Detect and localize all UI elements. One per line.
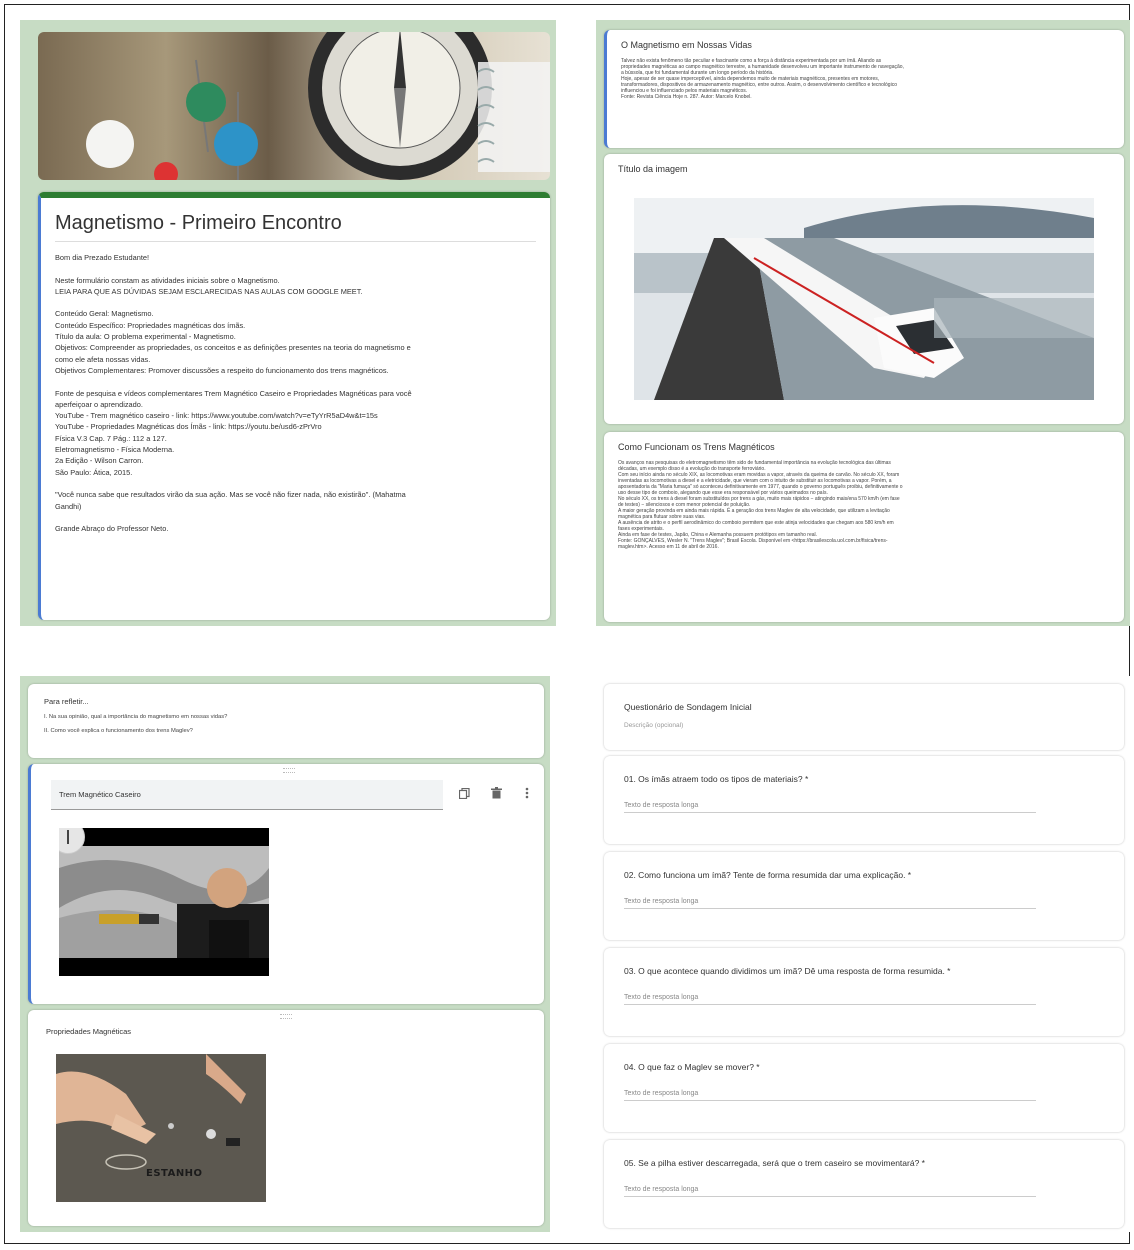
form1-panel: Magnetismo - Primeiro Encontro Bom dia P… bbox=[20, 20, 556, 626]
description-line: 2a Edição - Wilson Carron. bbox=[55, 456, 144, 466]
long-answer-field[interactable]: Texto de resposta longa bbox=[624, 1090, 1036, 1101]
description-line: Conteúdo Específico: Propriedades magnét… bbox=[55, 320, 246, 330]
description-line: Objetivos Complementares: Promover discu… bbox=[55, 365, 389, 375]
form2-panel: O Magnetismo em Nossas Vidas Talvez não … bbox=[596, 20, 1130, 626]
question-title: 03. O que acontece quando dividimos um í… bbox=[624, 966, 951, 976]
question-card[interactable]: 05. Se a pilha estiver descarregada, ser… bbox=[604, 1140, 1124, 1228]
image-title: Título da imagem bbox=[618, 164, 688, 174]
question-title: 01. Os ímãs atraem todo os tipos de mate… bbox=[624, 774, 809, 784]
section-title: Como Funcionam os Trens Magnéticos bbox=[618, 442, 775, 452]
trash-icon[interactable] bbox=[491, 786, 502, 799]
description-field[interactable]: Descrição (opcional) bbox=[624, 722, 1104, 729]
description-line: aperfeiçoar o aprendizado. bbox=[55, 399, 143, 409]
questionnaire-title: Questionário de Sondagem Inicial bbox=[624, 702, 752, 712]
text-line: Fonte: Revista Ciência Hoje n. 287. Auto… bbox=[621, 94, 752, 100]
description-line: Fonte de pesquisa e vídeos complementare… bbox=[55, 388, 412, 398]
long-answer-field[interactable]: Texto de resposta longa bbox=[624, 1186, 1036, 1197]
more-vert-icon[interactable] bbox=[525, 786, 529, 799]
video-title: Propriedades Magnéticas bbox=[46, 1027, 132, 1036]
description-line: Título da aula: O problema experimental … bbox=[55, 332, 236, 342]
section-magnetismo-card: O Magnetismo em Nossas Vidas Talvez não … bbox=[604, 30, 1124, 148]
reflect-item-2: II. Como você explica o funcionamento do… bbox=[44, 728, 193, 734]
description-line: São Paulo: Ática, 2015. bbox=[55, 467, 133, 477]
question-title: 04. O que faz o Maglev se mover? * bbox=[624, 1062, 760, 1072]
question-card[interactable]: 02. Como funciona um ímã? Tente de forma… bbox=[604, 852, 1124, 940]
reflect-card: Para refletir... I. Na sua opinião, qual… bbox=[28, 684, 544, 758]
description-line: LEIA PARA QUE AS DÚVIDAS SEJAM ESCLARECI… bbox=[55, 286, 363, 296]
form-title: Magnetismo - Primeiro Encontro bbox=[55, 212, 536, 242]
maglev-train-image bbox=[634, 198, 1094, 400]
header-image bbox=[38, 32, 550, 180]
description-line: Objetivos: Compreender as propriedades, … bbox=[55, 343, 411, 353]
question-title: 05. Se a pilha estiver descarregada, ser… bbox=[624, 1158, 925, 1168]
drag-handle[interactable] bbox=[283, 768, 295, 773]
video-thumbnail-propriedades[interactable]: ESTANHO bbox=[56, 1054, 266, 1202]
description-line: Gandhi) bbox=[55, 501, 82, 511]
form4-panel: Questionário de Sondagem Inicial Descriç… bbox=[596, 676, 1130, 1232]
description-line: Neste formulário constam as atividades i… bbox=[55, 275, 280, 285]
section-text: Talvez não exista fenômeno tão peculiar … bbox=[621, 58, 1110, 100]
description-line: como ele afeta nossas vidas. bbox=[55, 354, 151, 364]
question-card[interactable]: 03. O que acontece quando dividimos um í… bbox=[604, 948, 1124, 1036]
description-line bbox=[55, 478, 536, 489]
video-title-input[interactable]: Trem Magnético Caseiro bbox=[51, 780, 443, 810]
form-header-card: Magnetismo - Primeiro Encontro Bom dia P… bbox=[38, 192, 550, 620]
reflect-item-1: I. Na sua opinião, qual a importância do… bbox=[44, 714, 228, 720]
description-line: Física V.3 Cap. 7 Pág.: 112 a 127. bbox=[55, 433, 167, 443]
long-answer-field[interactable]: Texto de resposta longa bbox=[624, 898, 1036, 909]
duplicate-icon[interactable] bbox=[458, 786, 470, 800]
form-description: Bom dia Prezado Estudante! Neste formulá… bbox=[55, 252, 536, 534]
long-answer-field[interactable]: Texto de resposta longa bbox=[624, 994, 1036, 1005]
description-line: YouTube - Propriedades Magnéticas dos Ím… bbox=[55, 422, 322, 432]
video-title: Trem Magnético Caseiro bbox=[59, 790, 141, 799]
form3-panel: Para refletir... I. Na sua opinião, qual… bbox=[20, 676, 550, 1232]
video-thumbnail-trem[interactable] bbox=[59, 828, 269, 976]
drag-handle[interactable] bbox=[280, 1014, 292, 1019]
description-line: Eletromagnetismo - Física Moderna. bbox=[55, 445, 175, 455]
video-item-card-selected[interactable]: Trem Magnético Caseiro bbox=[28, 764, 544, 1004]
text-line: maglev.htm>. Acesso em 11 de abril de 20… bbox=[618, 544, 719, 550]
compass-and-pins-illustration bbox=[86, 32, 550, 180]
description-line bbox=[55, 512, 536, 523]
description-line bbox=[55, 376, 536, 387]
description-line: "Você nunca sabe que resultados virão da… bbox=[55, 490, 406, 500]
video-item-card[interactable]: Propriedades Magnéticas ESTANHO bbox=[28, 1010, 544, 1226]
question-title: 02. Como funciona um ímã? Tente de forma… bbox=[624, 870, 912, 880]
question-card[interactable]: 04. O que faz o Maglev se mover? * Texto … bbox=[604, 1044, 1124, 1132]
description-line bbox=[55, 297, 536, 308]
description-line bbox=[55, 263, 536, 274]
section-trens-card: Como Funcionam os Trens Magnéticos Os av… bbox=[604, 432, 1124, 622]
description-line: Grande Abraço do Professor Neto. bbox=[55, 524, 169, 534]
description-line: Conteúdo Geral: Magnetismo. bbox=[55, 309, 154, 319]
reflect-title: Para refletir... bbox=[44, 697, 89, 706]
image-item-card: Título da imagem bbox=[604, 154, 1124, 424]
video-overlay-text: ESTANHO bbox=[146, 1168, 203, 1179]
section-text: Os avanços nas pesquisas do eletromagnet… bbox=[618, 460, 1110, 550]
question-card[interactable]: 01. Os ímãs atraem todo os tipos de mate… bbox=[604, 756, 1124, 844]
question-header-card: Questionário de Sondagem Inicial Descriç… bbox=[604, 684, 1124, 750]
section-title: O Magnetismo em Nossas Vidas bbox=[621, 40, 752, 50]
description-line: Bom dia Prezado Estudante! bbox=[55, 253, 150, 262]
long-answer-field[interactable]: Texto de resposta longa bbox=[624, 802, 1036, 813]
description-line: YouTube - Trem magnético caseiro - link:… bbox=[55, 411, 378, 421]
